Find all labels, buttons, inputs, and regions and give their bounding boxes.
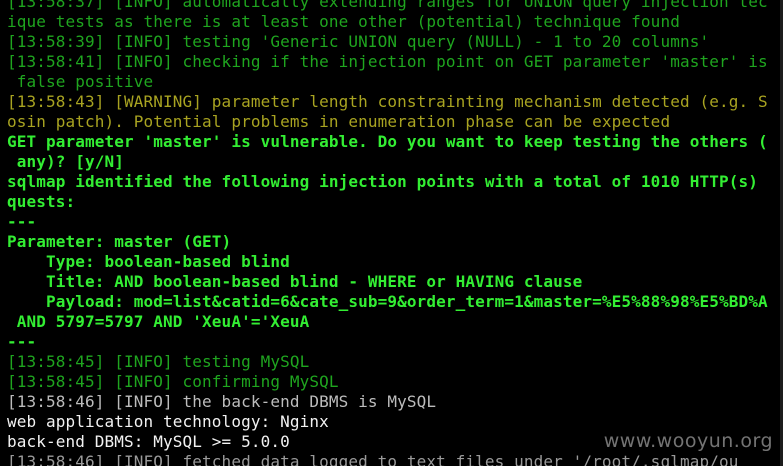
terminal-line: Parameter: master (GET) bbox=[7, 232, 232, 251]
terminal-line: GET parameter 'master' is vulnerable. Do… bbox=[7, 132, 768, 151]
terminal-line: web application technology: Nginx bbox=[7, 412, 329, 431]
terminal-line: Payload: mod=list&catid=6&cate_sub=9&ord… bbox=[7, 292, 768, 311]
watermark-text: www.wooyun.org bbox=[603, 430, 773, 452]
terminal-line: --- bbox=[7, 212, 37, 231]
terminal-line: [13:58:46] [INFO] fetched data logged to… bbox=[7, 452, 739, 466]
terminal-line: [13:58:46] [INFO] the back-end DBMS is M… bbox=[7, 392, 437, 411]
terminal-line: Title: AND boolean-based blind - WHERE o… bbox=[7, 272, 583, 291]
terminal-line: [13:58:39] [INFO] testing 'Generic UNION… bbox=[7, 32, 710, 51]
terminal-line: back-end DBMS: MySQL >= 5.0.0 bbox=[7, 432, 290, 451]
terminal-line: AND 5797=5797 AND 'XeuA'='XeuA bbox=[7, 312, 310, 331]
terminal-line: [13:58:41] [INFO] checking if the inject… bbox=[7, 52, 768, 71]
terminal-line: --- bbox=[7, 332, 37, 351]
terminal-line: quests: bbox=[7, 192, 76, 211]
terminal-line: [13:58:43] [WARNING] parameter length co… bbox=[7, 92, 768, 111]
terminal-line: false positive bbox=[7, 72, 154, 91]
terminal-line: [13:58:45] [INFO] testing MySQL bbox=[7, 352, 310, 371]
terminal-line: osin patch). Potential problems in enume… bbox=[7, 112, 671, 131]
terminal-window[interactable]: [13:58:37] [INFO] automatically extendin… bbox=[0, 0, 783, 466]
terminal-line: sqlmap identified the following injectio… bbox=[7, 172, 758, 191]
terminal-line: any)? [y/N] bbox=[7, 152, 125, 171]
terminal-line: Type: boolean-based blind bbox=[7, 252, 290, 271]
terminal-line: ique tests as there is at least one othe… bbox=[7, 12, 680, 31]
terminal-line: [13:58:45] [INFO] confirming MySQL bbox=[7, 372, 339, 391]
terminal-line: [13:58:37] [INFO] automatically extendin… bbox=[7, 0, 768, 11]
